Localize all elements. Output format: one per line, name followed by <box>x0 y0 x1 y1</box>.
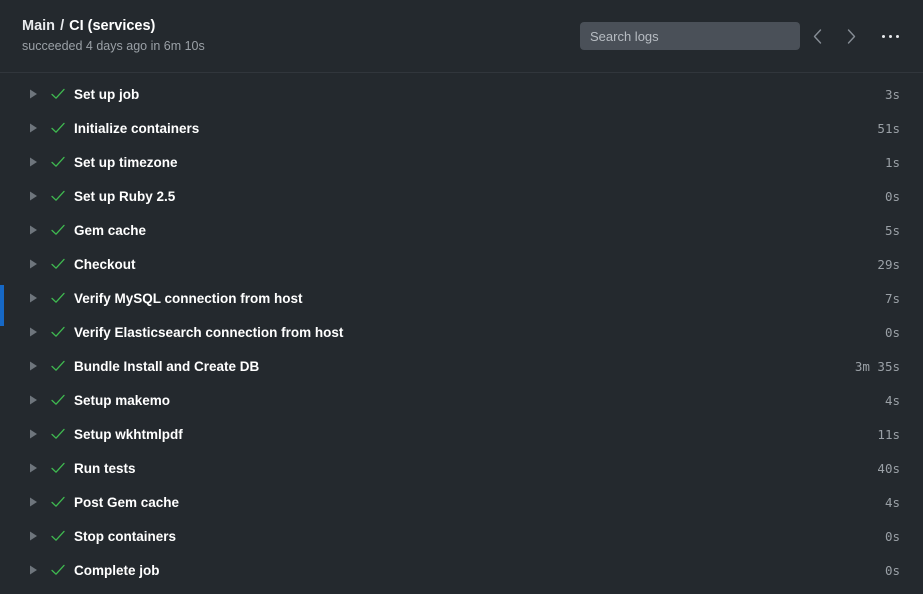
search-prev-button[interactable] <box>800 21 834 51</box>
job-steps-panel: Set up job 3s Initialize containers 51s Set … <box>0 73 923 594</box>
step-row[interactable]: Checkout 29s <box>0 247 923 281</box>
check-icon <box>47 88 69 100</box>
step-list: Set up job 3s Initialize containers 51s Set … <box>0 73 923 587</box>
step-name: Post Gem cache <box>74 494 180 510</box>
step-row[interactable]: Gem cache 5s <box>0 213 923 247</box>
check-icon <box>47 530 69 542</box>
step-name: Stop containers <box>74 528 177 544</box>
job-header-titles: Main / CI (services) succeeded 4 days ag… <box>0 0 580 54</box>
step-row[interactable]: Complete job 0s <box>0 553 923 587</box>
step-duration: 0s <box>884 188 900 204</box>
triangle-right-icon[interactable] <box>21 565 45 575</box>
step-row[interactable]: Set up Ruby 2.5 0s <box>0 179 923 213</box>
search-input[interactable] <box>580 22 800 50</box>
triangle-right-icon[interactable] <box>21 463 45 473</box>
step-row[interactable]: Bundle Install and Create DB 3m 35s <box>0 349 923 383</box>
step-duration: 51s <box>877 120 900 136</box>
breadcrumb-separator: / <box>60 18 65 34</box>
triangle-right-icon[interactable] <box>21 361 45 371</box>
check-icon <box>47 428 69 440</box>
kebab-dot-icon <box>888 34 892 38</box>
step-row[interactable]: Verify Elasticsearch connection from hos… <box>0 315 923 349</box>
step-name: Run tests <box>74 460 136 476</box>
job-status-line: succeeded 4 days ago in 6m 10s <box>22 39 205 53</box>
check-icon <box>47 190 69 202</box>
step-duration: 0s <box>884 324 900 340</box>
search-next-button[interactable] <box>834 21 868 51</box>
check-icon <box>47 496 69 508</box>
step-duration: 0s <box>884 528 900 544</box>
chevron-right-icon <box>847 28 855 44</box>
step-name: Set up timezone <box>74 154 178 170</box>
step-duration: 1s <box>884 154 900 170</box>
breadcrumb: Main / CI (services) <box>22 18 580 35</box>
check-icon <box>47 156 69 168</box>
triangle-right-icon[interactable] <box>21 531 45 541</box>
step-duration: 3m 35s <box>854 358 900 374</box>
triangle-right-icon[interactable] <box>21 497 45 507</box>
triangle-right-icon[interactable] <box>21 327 45 337</box>
triangle-right-icon[interactable] <box>21 123 45 133</box>
triangle-right-icon[interactable] <box>21 429 45 439</box>
triangle-right-icon[interactable] <box>21 157 45 167</box>
more-options-button[interactable] <box>873 21 907 51</box>
step-name: Bundle Install and Create DB <box>74 358 260 374</box>
step-duration: 4s <box>884 494 900 510</box>
triangle-right-icon[interactable] <box>21 225 45 235</box>
chevron-left-icon <box>813 28 821 44</box>
triangle-right-icon[interactable] <box>21 191 45 201</box>
step-row[interactable]: Set up job 3s <box>0 77 923 111</box>
check-icon <box>47 292 69 304</box>
check-icon <box>47 326 69 338</box>
step-duration: 29s <box>877 256 900 272</box>
check-icon <box>47 224 69 236</box>
step-name: Verify MySQL connection from host <box>74 290 303 306</box>
step-row[interactable]: Initialize containers 51s <box>0 111 923 145</box>
triangle-right-icon[interactable] <box>21 395 45 405</box>
step-duration: 4s <box>884 392 900 408</box>
step-name: Set up job <box>74 86 140 102</box>
step-row[interactable]: Run tests 40s <box>0 451 923 485</box>
check-icon <box>47 564 69 576</box>
triangle-right-icon[interactable] <box>21 259 45 269</box>
triangle-right-icon[interactable] <box>21 89 45 99</box>
step-duration: 3s <box>884 86 900 102</box>
check-icon <box>47 122 69 134</box>
step-name: Setup makemo <box>74 392 171 408</box>
kebab-dot-icon <box>881 34 885 38</box>
check-icon <box>47 360 69 372</box>
step-duration: 11s <box>877 426 900 442</box>
step-row[interactable]: Setup makemo 4s <box>0 383 923 417</box>
step-duration: 0s <box>884 562 900 578</box>
check-icon <box>47 394 69 406</box>
check-icon <box>47 462 69 474</box>
step-duration: 5s <box>884 222 900 238</box>
check-icon <box>47 258 69 270</box>
step-name: Gem cache <box>74 222 147 238</box>
step-row[interactable]: Verify MySQL connection from host 7s <box>0 281 923 315</box>
step-name: Checkout <box>74 256 136 272</box>
step-name: Set up Ruby 2.5 <box>74 188 176 204</box>
step-row[interactable]: Post Gem cache 4s <box>0 485 923 519</box>
step-name: Verify Elasticsearch connection from hos… <box>74 324 344 340</box>
step-name: Complete job <box>74 562 160 578</box>
step-name: Initialize containers <box>74 120 200 136</box>
step-name: Setup wkhtmlpdf <box>74 426 183 442</box>
step-duration: 40s <box>877 460 900 476</box>
step-row[interactable]: Set up timezone 1s <box>0 145 923 179</box>
kebab-dot-icon <box>895 34 899 38</box>
job-header: Main / CI (services) succeeded 4 days ag… <box>0 0 923 73</box>
step-duration: 7s <box>884 290 900 306</box>
triangle-right-icon[interactable] <box>21 293 45 303</box>
job-header-toolbar <box>580 0 923 51</box>
step-row[interactable]: Setup wkhtmlpdf 11s <box>0 417 923 451</box>
breadcrumb-parent[interactable]: Main <box>22 18 55 34</box>
breadcrumb-current: CI (services) <box>69 18 156 34</box>
step-row[interactable]: Stop containers 0s <box>0 519 923 553</box>
